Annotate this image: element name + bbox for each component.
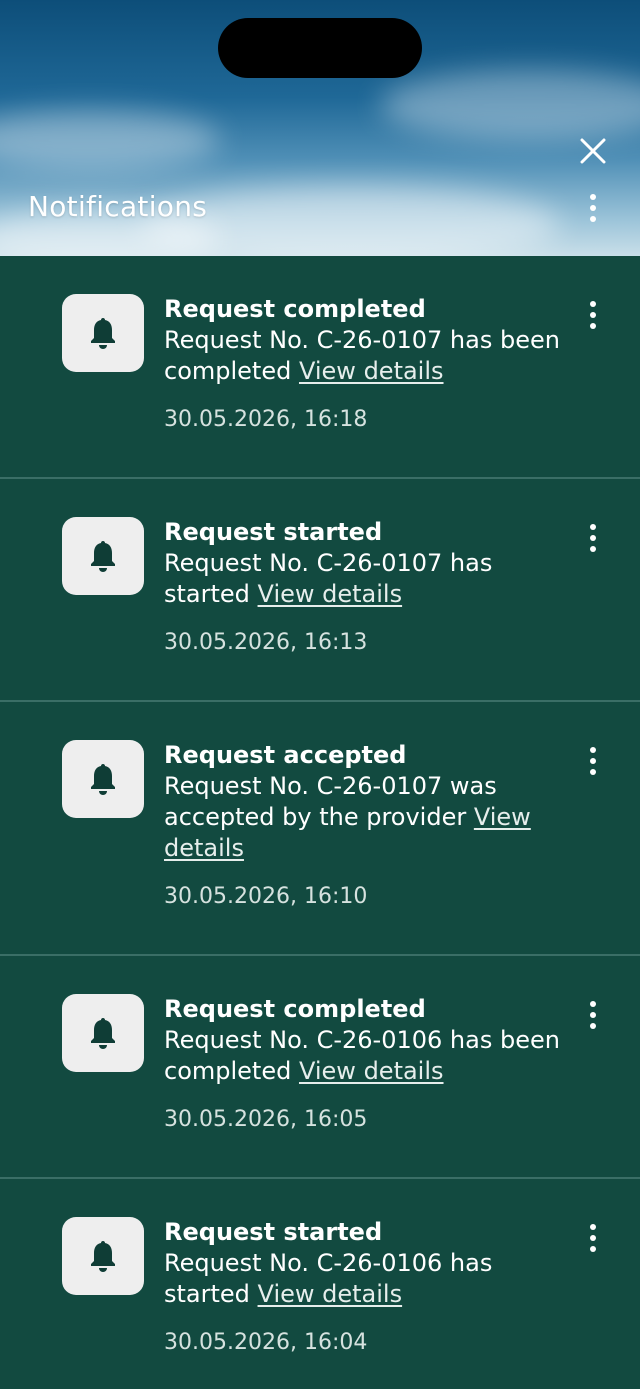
notification-content: Request accepted Request No. C-26-0107 w… bbox=[164, 740, 564, 912]
more-vertical-icon-dot bbox=[590, 312, 596, 318]
more-vertical-icon-dot bbox=[590, 769, 596, 775]
notification-content: Request started Request No. C-26-0106 ha… bbox=[164, 1217, 564, 1358]
notification-body: Request No. C-26-0106 has been completed… bbox=[164, 1025, 564, 1087]
notification-time: 30.05.2026, 16:18 bbox=[164, 407, 368, 432]
notification-list: Request completed Request No. C-26-0107 … bbox=[0, 256, 640, 1389]
header: Notifications bbox=[0, 0, 640, 256]
view-details-link[interactable]: View details bbox=[258, 1280, 403, 1308]
bell-icon bbox=[91, 1241, 115, 1272]
notification-time: 30.05.2026, 16:05 bbox=[164, 1107, 368, 1132]
notification-item[interactable]: Request completed Request No. C-26-0106 … bbox=[0, 956, 640, 1179]
more-vertical-icon-dot bbox=[590, 1012, 596, 1018]
notification-icon-tile bbox=[62, 294, 144, 372]
more-vertical-icon-dot bbox=[590, 216, 596, 222]
notification-more-button[interactable] bbox=[576, 998, 610, 1032]
notification-time: 30.05.2026, 16:13 bbox=[164, 630, 368, 655]
close-icon bbox=[580, 138, 606, 164]
notification-item[interactable]: Request started Request No. C-26-0106 ha… bbox=[0, 1179, 640, 1389]
dynamic-island bbox=[218, 18, 422, 78]
notification-item[interactable]: Request accepted Request No. C-26-0107 w… bbox=[0, 702, 640, 956]
close-button[interactable] bbox=[572, 130, 614, 172]
notification-item[interactable]: Request started Request No. C-26-0107 ha… bbox=[0, 479, 640, 702]
page-title: Notifications bbox=[28, 190, 208, 223]
notification-icon-tile bbox=[62, 994, 144, 1072]
more-vertical-icon-dot bbox=[590, 758, 596, 764]
notification-more-button[interactable] bbox=[576, 298, 610, 332]
more-vertical-icon-dot bbox=[590, 323, 596, 329]
notification-title: Request completed bbox=[164, 295, 426, 323]
notification-content: Request started Request No. C-26-0107 ha… bbox=[164, 517, 564, 658]
notification-title: Request completed bbox=[164, 995, 426, 1023]
bell-icon bbox=[91, 541, 115, 572]
header-more-button[interactable] bbox=[574, 186, 612, 230]
notification-body: Request No. C-26-0107 has started View d… bbox=[164, 548, 564, 610]
view-details-link[interactable]: View details bbox=[299, 1057, 444, 1085]
notification-time: 30.05.2026, 16:04 bbox=[164, 1330, 368, 1355]
more-vertical-icon bbox=[590, 1224, 596, 1230]
notification-content: Request completed Request No. C-26-0106 … bbox=[164, 994, 564, 1135]
notification-icon-tile bbox=[62, 1217, 144, 1295]
notification-body: Request No. C-26-0107 has been completed… bbox=[164, 325, 564, 387]
more-vertical-icon-dot bbox=[590, 1023, 596, 1029]
notification-more-button[interactable] bbox=[576, 1221, 610, 1255]
bell-icon bbox=[91, 318, 115, 349]
notification-body: Request No. C-26-0107 was accepted by th… bbox=[164, 771, 564, 864]
bell-icon bbox=[91, 764, 115, 795]
more-vertical-icon bbox=[590, 301, 596, 307]
notification-more-button[interactable] bbox=[576, 521, 610, 555]
more-vertical-icon-dot bbox=[590, 1235, 596, 1241]
notification-content: Request completed Request No. C-26-0107 … bbox=[164, 294, 564, 435]
view-details-link[interactable]: View details bbox=[258, 580, 403, 608]
notification-message: Request No. C-26-0107 was accepted by th… bbox=[164, 772, 497, 831]
notification-body: Request No. C-26-0106 has started View d… bbox=[164, 1248, 564, 1310]
more-vertical-icon-dot bbox=[590, 1246, 596, 1252]
notification-title: Request started bbox=[164, 518, 383, 546]
more-vertical-icon-dot bbox=[590, 535, 596, 541]
notification-title: Request accepted bbox=[164, 741, 407, 769]
more-vertical-icon bbox=[590, 194, 596, 200]
notification-icon-tile bbox=[62, 740, 144, 818]
more-vertical-icon-dot bbox=[590, 546, 596, 552]
more-vertical-icon bbox=[590, 524, 596, 530]
more-vertical-icon bbox=[590, 1001, 596, 1007]
notification-more-button[interactable] bbox=[576, 744, 610, 778]
notification-title: Request started bbox=[164, 1218, 383, 1246]
view-details-link[interactable]: View details bbox=[299, 357, 444, 385]
more-vertical-icon-dot bbox=[590, 205, 596, 211]
notification-icon-tile bbox=[62, 517, 144, 595]
notification-time: 30.05.2026, 16:10 bbox=[164, 884, 368, 909]
notification-item[interactable]: Request completed Request No. C-26-0107 … bbox=[0, 256, 640, 479]
bell-icon bbox=[91, 1018, 115, 1049]
more-vertical-icon bbox=[590, 747, 596, 753]
